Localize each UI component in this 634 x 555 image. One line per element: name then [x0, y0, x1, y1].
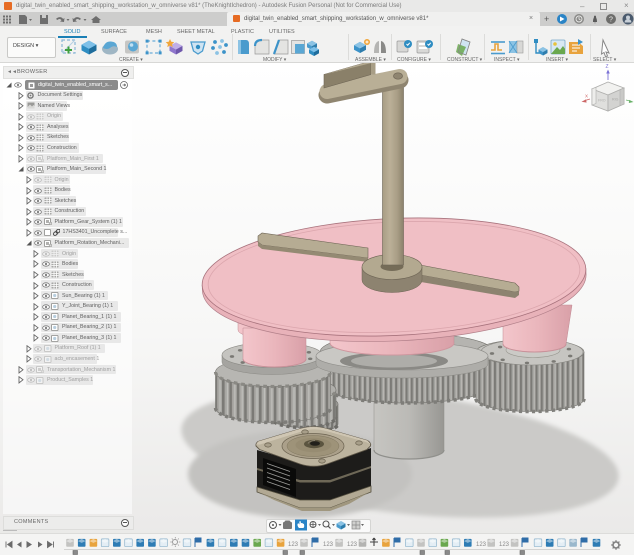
svg-text:123: 123 — [499, 542, 510, 548]
svg-text:X: X — [585, 94, 588, 99]
svg-text:123: 123 — [288, 542, 299, 548]
svg-text:?: ? — [609, 17, 613, 24]
svg-text:RIG: RIG — [612, 98, 619, 102]
svg-text:Z: Z — [606, 64, 609, 70]
svg-text:123: 123 — [323, 542, 334, 548]
svg-text:123: 123 — [347, 542, 358, 548]
svg-text:FRO: FRO — [598, 99, 606, 103]
svg-text:123: 123 — [476, 542, 487, 548]
